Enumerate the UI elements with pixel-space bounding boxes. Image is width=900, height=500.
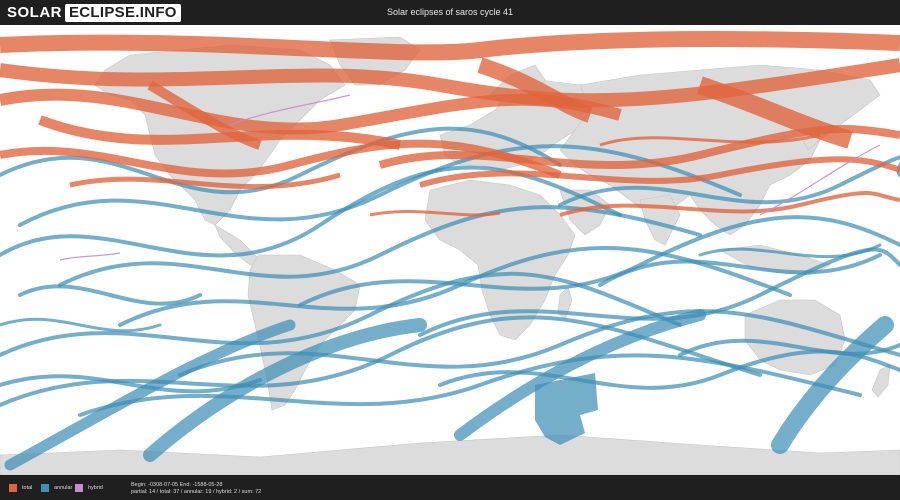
total-path <box>0 31 900 61</box>
central-america-landmass <box>214 224 263 266</box>
annular-path <box>698 243 882 259</box>
legend-item-hybrid: hybrid <box>75 483 103 492</box>
top-bar: SOLAR ECLIPSE.INFO Solar eclipses of sar… <box>0 0 900 25</box>
date-range-text: Begin: -0308-07-05 End: -1588-05-28 <box>131 482 223 488</box>
annular-path <box>4 319 296 471</box>
legend-label-total: total <box>22 484 33 491</box>
eclipse-path-map <box>0 31 900 475</box>
legend-swatch-total <box>9 483 17 492</box>
legend-label-annular: annular <box>54 484 73 491</box>
antarctica-landmass <box>0 434 900 475</box>
page-title: Solar eclipses of saros cycle 41 <box>386 7 514 17</box>
annular-path-broad-south-atlantic <box>535 373 598 445</box>
africa-landmass <box>424 179 576 341</box>
bottom-bar: total annular hybrid Begin: -0308-07-05 … <box>0 475 900 500</box>
saros-stats: Begin: -0308-07-05 End: -1588-05-28 part… <box>131 482 261 496</box>
legend-item-total: total <box>9 483 32 492</box>
legend-swatch-hybrid <box>75 483 83 492</box>
legend-label-hybrid: hybrid <box>88 484 103 491</box>
australia-landmass <box>744 299 846 376</box>
hybrid-path <box>59 252 121 261</box>
annular-path <box>18 284 202 306</box>
annular-path <box>0 317 162 333</box>
legend-item-annular: annular <box>41 483 72 492</box>
world-map <box>0 25 900 475</box>
new-zealand-landmass <box>871 364 891 398</box>
legend-swatch-annular <box>41 483 49 492</box>
eclipse-counts-text: partial: 14 / total: 37 / annular: 19 / … <box>131 489 262 495</box>
